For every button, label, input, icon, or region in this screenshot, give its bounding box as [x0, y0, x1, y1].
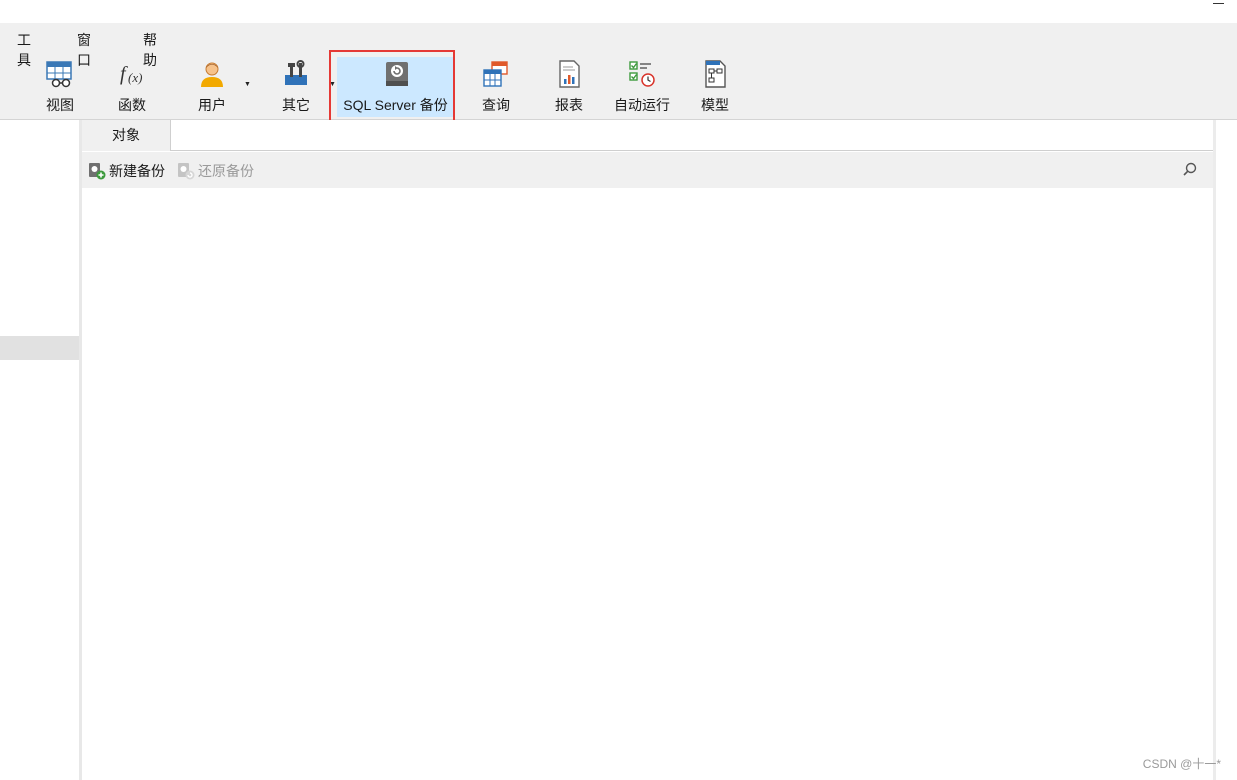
tab-row-border — [170, 150, 1213, 151]
object-list-area[interactable] — [82, 188, 1213, 780]
view-tool-button[interactable]: 视图 — [38, 57, 82, 117]
function-tool-button[interactable]: f (x) 函数 — [110, 57, 154, 117]
svg-text:f: f — [120, 63, 128, 85]
sql-server-backup-tool-button[interactable]: SQL Server 备份 — [337, 57, 454, 117]
query-label: 查询 — [482, 97, 510, 113]
model-tool-button[interactable]: 模型 — [693, 57, 737, 117]
backup-icon — [386, 62, 408, 86]
new-backup-button[interactable]: 新建备份 — [88, 161, 165, 181]
restore-backup-label: 还原备份 — [198, 163, 254, 179]
query-tool-button[interactable]: 查询 — [474, 57, 518, 117]
svg-text:(x): (x) — [128, 70, 142, 85]
autorun-tool-button[interactable]: 自动运行 — [610, 57, 674, 117]
search-icon[interactable] — [1181, 161, 1199, 179]
report-icon — [559, 60, 580, 88]
new-backup-icon — [89, 163, 106, 180]
autorun-icon — [629, 61, 655, 87]
model-label: 模型 — [701, 97, 729, 113]
model-icon — [705, 60, 726, 88]
other-label: 其它 — [282, 97, 310, 113]
view-label: 视图 — [46, 97, 74, 113]
other-dropdown-arrow-icon[interactable]: ▼ — [329, 81, 336, 88]
user-dropdown-arrow-icon[interactable]: ▼ — [244, 81, 251, 88]
autorun-label: 自动运行 — [614, 97, 670, 113]
object-action-toolbar: 新建备份 还原备份 — [82, 152, 1213, 188]
view-icon — [46, 61, 72, 88]
right-edge-border — [1213, 120, 1216, 780]
restore-backup-button[interactable]: 还原备份 — [177, 161, 254, 181]
user-tool-button[interactable]: 用户 — [190, 57, 234, 117]
function-label: 函数 — [118, 97, 146, 113]
function-icon: f (x) — [120, 63, 142, 85]
report-label: 报表 — [555, 97, 583, 113]
watermark-text: CSDN @十一* — [1142, 757, 1221, 771]
tab-row: 对象 — [82, 120, 1213, 151]
title-bar — [0, 0, 1237, 23]
minimize-button[interactable] — [1213, 0, 1225, 8]
query-icon — [483, 61, 508, 87]
left-navigation-pane — [0, 120, 79, 780]
backup-label: SQL Server 备份 — [343, 97, 448, 113]
report-tool-button[interactable]: 报表 — [547, 57, 591, 117]
tools-icon — [285, 60, 307, 85]
tab-objects[interactable]: 对象 — [82, 120, 171, 151]
user-label: 用户 — [198, 97, 226, 113]
new-backup-label: 新建备份 — [109, 163, 165, 179]
ribbon: 工具 窗口 帮助 视图 f (x) 函数 用户 ▼ 其它 ▼ SQL Serve… — [0, 23, 1237, 120]
left-pane-selected-row[interactable] — [0, 336, 79, 360]
restore-backup-icon — [178, 163, 195, 180]
user-icon — [201, 62, 223, 87]
other-tool-button[interactable]: 其它 — [274, 57, 318, 117]
menu-tools[interactable]: 工具 — [17, 30, 31, 70]
